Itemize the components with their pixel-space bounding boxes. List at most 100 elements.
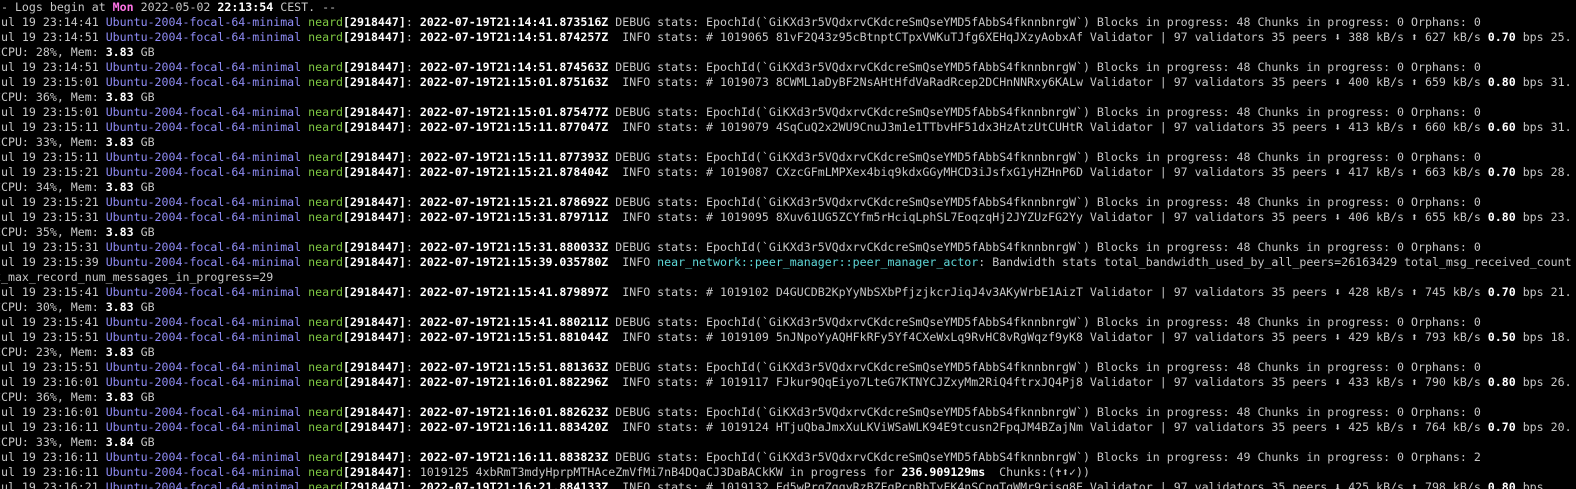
log-pid: [2918447]: [343, 405, 406, 419]
log-process: neard: [308, 210, 344, 224]
log-process: neard: [308, 195, 344, 209]
log-mem-value: 3.83: [105, 90, 134, 104]
log-date: Jul 19 23:15:41: [0, 285, 106, 299]
log-cpu: CCPU: 36%, Mem:: [0, 90, 106, 104]
log-pid: [2918447]: [343, 285, 406, 299]
log-line-continuation: CCPU: 30%, Mem: 3.83 GB: [0, 300, 1570, 315]
log-line-info: Jul 19 23:14:51 Ubuntu-2004-focal-64-min…: [0, 30, 1572, 45]
log-line-continuation: CCPU: 34%, Mem: 3.83 GB: [0, 180, 1570, 195]
log-timestamp: 2022-07-19T21:16:01.882623Z: [419, 405, 609, 419]
log-line-continuation: CCPU: 35%, Mem: 3.83 GB: [0, 225, 1570, 240]
log-pid: [2918447]: [343, 30, 406, 44]
log-cpu: CCPU: 33%, Mem:: [0, 135, 106, 149]
log-line-debug: Jul 19 23:15:51 Ubuntu-2004-focal-64-min…: [0, 360, 1570, 375]
log-host: Ubuntu-2004-focal-64-minimal: [105, 15, 302, 29]
log-line-debug: Jul 19 23:16:01 Ubuntu-2004-focal-64-min…: [0, 405, 1570, 420]
log-bps-label: bps 23.: [1515, 210, 1572, 224]
log-sep: :: [405, 330, 420, 344]
log-host: Ubuntu-2004-focal-64-minimal: [105, 285, 302, 299]
log-process: neard: [308, 330, 344, 344]
log-host: Ubuntu-2004-focal-64-minimal: [105, 240, 302, 254]
log-duration: 236.909129ms: [901, 465, 986, 479]
log-line-info: Jul 19 23:15:21 Ubuntu-2004-focal-64-min…: [0, 165, 1572, 180]
log-mem-unit: GB: [133, 345, 155, 359]
log-line-info: Jul 19 23:16:01 Ubuntu-2004-focal-64-min…: [0, 375, 1572, 390]
log-bps-label: bps 21.: [1515, 285, 1572, 299]
log-timestamp: 2022-07-19T21:15:51.881044Z: [419, 330, 609, 344]
log-sep: :: [405, 15, 420, 29]
log-pid: [2918447]: [343, 240, 406, 254]
log-line-info: Jul 19 23:15:31 Ubuntu-2004-focal-64-min…: [0, 210, 1572, 225]
log-timestamp: 2022-07-19T21:15:01.875163Z: [419, 75, 609, 89]
log-message: stats: EpochId(`GiKXd3r5VQdxrvCKdcreSmQs…: [657, 240, 1481, 254]
log-level: INFO: [608, 210, 658, 224]
log-message: stats: EpochId(`GiKXd3r5VQdxrvCKdcreSmQs…: [657, 315, 1481, 329]
log-host: Ubuntu-2004-focal-64-minimal: [105, 480, 302, 489]
log-level: INFO: [608, 420, 658, 434]
log-level: INFO: [608, 255, 658, 269]
log-date: Jul 19 23:15:11: [0, 120, 106, 134]
log-pid: [2918447]: [343, 75, 406, 89]
log-sep: :: [405, 75, 420, 89]
log-date: Jul 19 23:16:21: [0, 480, 106, 489]
log-message: x_max_record_num_messages_in_progress=29: [0, 270, 274, 284]
log-timestamp: 2022-07-19T21:14:51.874563Z: [419, 60, 609, 74]
log-pid: [2918447]: [343, 120, 406, 134]
log-level: DEBUG: [608, 240, 658, 254]
log-host: Ubuntu-2004-focal-64-minimal: [105, 120, 302, 134]
log-pid: [2918447]: [343, 420, 406, 434]
log-header-time: 22:13:54: [217, 0, 274, 14]
log-cpu: CCPU: 30%, Mem:: [0, 300, 106, 314]
log-sep: :: [405, 285, 420, 299]
log-message: stats: EpochId(`GiKXd3r5VQdxrvCKdcreSmQs…: [657, 195, 1481, 209]
log-process: neard: [308, 240, 344, 254]
log-bps-value: 0.80: [1487, 210, 1516, 224]
log-level: INFO: [608, 285, 658, 299]
log-pid: [2918447]: [343, 360, 406, 374]
log-line-continuation: CCPU: 33%, Mem: 3.84 GB: [0, 435, 1570, 450]
log-message: stats: EpochId(`GiKXd3r5VQdxrvCKdcreSmQs…: [657, 150, 1481, 164]
log-mem-unit: GB: [133, 300, 155, 314]
log-mem-value: 3.83: [105, 45, 134, 59]
log-mem-unit: GB: [133, 390, 155, 404]
log-message: stats: # 1019065 81vF2Q43z95cBtnptCTpxVW…: [657, 30, 1488, 44]
log-process: neard: [308, 165, 344, 179]
log-message: stats: # 1019095 8Xuv61UG5ZCYfm5rHciqLph…: [657, 210, 1488, 224]
log-line-info: Jul 19 23:15:41 Ubuntu-2004-focal-64-min…: [0, 285, 1572, 300]
log-timestamp: 2022-07-19T21:16:01.882296Z: [419, 375, 609, 389]
log-cpu: CCPU: 36%, Mem:: [0, 390, 106, 404]
log-process: neard: [308, 285, 344, 299]
log-pid: [2918447]: [343, 195, 406, 209]
log-date: Jul 19 23:15:51: [0, 360, 106, 374]
log-sep: :: [405, 120, 420, 134]
log-line-debug: Jul 19 23:16:11 Ubuntu-2004-focal-64-min…: [0, 450, 1570, 465]
log-pid: [2918447]: [343, 330, 406, 344]
log-cpu: CCPU: 23%, Mem:: [0, 345, 106, 359]
log-mem-value: 3.84: [105, 435, 134, 449]
log-line-continuation: CCPU: 28%, Mem: 3.83 GB: [0, 45, 1570, 60]
log-level: INFO: [608, 480, 658, 489]
log-process: neard: [308, 15, 344, 29]
log-timestamp: 2022-07-19T21:15:39.035780Z: [419, 255, 609, 269]
log-bps-value: 0.70: [1487, 285, 1516, 299]
log-timestamp: 2022-07-19T21:14:51.874257Z: [419, 30, 609, 44]
log-sep: :: [405, 165, 420, 179]
log-host: Ubuntu-2004-focal-64-minimal: [105, 450, 302, 464]
log-host: Ubuntu-2004-focal-64-minimal: [105, 255, 302, 269]
log-mem-value: 3.83: [105, 345, 134, 359]
log-date: Jul 19 23:15:41: [0, 315, 106, 329]
log-bps-label: bps 26.: [1515, 375, 1572, 389]
log-message: stats: # 1019087 CXzcGFmLMPXex4biq9kdxGG…: [657, 165, 1488, 179]
log-pid: [2918447]: [343, 450, 406, 464]
log-date: Jul 19 23:15:21: [0, 165, 106, 179]
log-line-continuation: x_max_record_num_messages_in_progress=29: [0, 270, 1570, 285]
terminal-log-view[interactable]: -- Logs begin at Mon 2022-05-02 22:13:54…: [0, 0, 1576, 489]
log-level: DEBUG: [608, 105, 658, 119]
log-level: DEBUG: [608, 405, 658, 419]
log-message: stats: EpochId(`GiKXd3r5VQdxrvCKdcreSmQs…: [657, 450, 1481, 464]
log-process: neard: [308, 120, 344, 134]
log-line-debug: Jul 19 23:14:51 Ubuntu-2004-focal-64-min…: [0, 60, 1570, 75]
log-header-date: 2022-05-02: [133, 0, 218, 14]
log-message: stats: # 1019117 FJkur9QqEiyo7LteG7KTNYC…: [657, 375, 1488, 389]
log-cpu: CCPU: 34%, Mem:: [0, 180, 106, 194]
